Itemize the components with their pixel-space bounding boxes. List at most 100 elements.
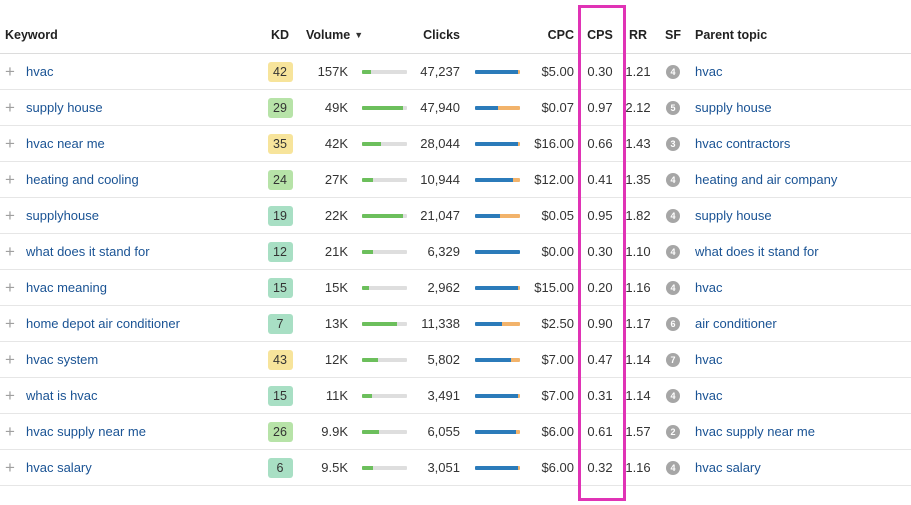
column-header-volume[interactable]: Volume ▼ bbox=[306, 17, 366, 53]
table-row: + heating and cooling 24 27K 10,944 $12.00 0.4… bbox=[0, 162, 911, 198]
volume-value: 9.9K bbox=[321, 424, 348, 439]
clicks-bar bbox=[475, 357, 520, 362]
add-keyword-button[interactable]: + bbox=[5, 342, 21, 377]
cps-value: 0.95 bbox=[587, 208, 613, 223]
keyword-link[interactable]: heating and cooling bbox=[26, 172, 139, 187]
keyword-link[interactable]: hvac near me bbox=[26, 136, 105, 151]
volume-bar-cell bbox=[362, 162, 407, 197]
clicks-value: 28,044 bbox=[420, 136, 460, 151]
clicks-value: 10,944 bbox=[420, 172, 460, 187]
add-keyword-button[interactable]: + bbox=[5, 162, 21, 197]
add-keyword-button[interactable]: + bbox=[5, 90, 21, 125]
cps-value: 0.30 bbox=[587, 244, 613, 259]
volume-value: 13K bbox=[324, 316, 348, 331]
keyword-link[interactable]: hvac salary bbox=[26, 460, 92, 475]
serp-features-badge[interactable]: 4 bbox=[666, 388, 680, 403]
parent-topic-link[interactable]: hvac bbox=[695, 352, 722, 367]
clicks-bar-cell bbox=[475, 414, 520, 449]
keyword-link[interactable]: hvac supply near me bbox=[26, 424, 146, 439]
clicks-bar-cell bbox=[475, 162, 520, 197]
sf-cell: 4 bbox=[660, 270, 686, 305]
kd-badge: 19 bbox=[267, 205, 293, 226]
parent-topic-link[interactable]: hvac bbox=[695, 280, 722, 295]
parent-topic-link[interactable]: hvac contractors bbox=[695, 136, 790, 151]
plus-icon: + bbox=[5, 386, 15, 405]
volume-bar-fill bbox=[362, 69, 371, 74]
add-keyword-button[interactable]: + bbox=[5, 378, 21, 413]
serp-features-badge[interactable]: 4 bbox=[666, 460, 680, 475]
keyword-cell: hvac meaning bbox=[26, 270, 256, 305]
keyword-link[interactable]: hvac bbox=[26, 64, 53, 79]
add-keyword-button[interactable]: + bbox=[5, 234, 21, 269]
column-header-kd[interactable]: KD bbox=[262, 17, 298, 53]
serp-features-badge[interactable]: 4 bbox=[666, 208, 680, 223]
clicks-bar-cell bbox=[475, 234, 520, 269]
serp-features-badge[interactable]: 3 bbox=[666, 136, 680, 151]
parent-topic-link[interactable]: hvac supply near me bbox=[695, 424, 815, 439]
keywords-table: Keyword KD Volume ▼ Clicks CPC CPS RR SF… bbox=[0, 17, 911, 486]
add-keyword-button[interactable]: + bbox=[5, 54, 21, 89]
keyword-cell: hvac salary bbox=[26, 450, 256, 485]
kd-badge: 26 bbox=[267, 421, 293, 442]
volume-bar bbox=[362, 177, 407, 182]
keyword-link[interactable]: hvac meaning bbox=[26, 280, 107, 295]
serp-features-badge[interactable]: 5 bbox=[666, 100, 680, 115]
parent-topic-cell: hvac supply near me bbox=[695, 414, 905, 449]
column-header-sf[interactable]: SF bbox=[660, 17, 686, 53]
add-keyword-button[interactable]: + bbox=[5, 450, 21, 485]
column-header-cps[interactable]: CPS bbox=[580, 17, 620, 53]
keyword-link[interactable]: what does it stand for bbox=[26, 244, 150, 259]
cps-value: 0.47 bbox=[587, 352, 613, 367]
kd-cell: 43 bbox=[262, 342, 298, 377]
volume-bar bbox=[362, 249, 407, 254]
parent-topic-link[interactable]: heating and air company bbox=[695, 172, 837, 187]
clicks-value: 5,802 bbox=[427, 352, 460, 367]
column-header-keyword[interactable]: Keyword bbox=[5, 17, 125, 53]
kd-cell: 29 bbox=[262, 90, 298, 125]
column-header-parent-topic[interactable]: Parent topic bbox=[695, 17, 905, 53]
keyword-link[interactable]: supply house bbox=[26, 100, 103, 115]
add-keyword-button[interactable]: + bbox=[5, 198, 21, 233]
add-keyword-button[interactable]: + bbox=[5, 270, 21, 305]
clicks-bar-orange-segment bbox=[499, 213, 520, 218]
column-header-cpc[interactable]: CPC bbox=[520, 17, 574, 53]
serp-features-badge[interactable]: 4 bbox=[666, 244, 680, 259]
serp-features-badge[interactable]: 4 bbox=[666, 280, 680, 295]
volume-bar-cell bbox=[362, 270, 407, 305]
clicks-bar-orange-segment bbox=[511, 357, 520, 362]
parent-topic-link[interactable]: hvac salary bbox=[695, 460, 761, 475]
serp-features-badge[interactable]: 7 bbox=[666, 352, 680, 367]
keyword-cell: heating and cooling bbox=[26, 162, 256, 197]
clicks-value: 6,055 bbox=[427, 424, 460, 439]
rr-value: 1.57 bbox=[625, 424, 651, 439]
parent-topic-link[interactable]: what does it stand for bbox=[695, 244, 819, 259]
serp-features-badge[interactable]: 4 bbox=[666, 172, 680, 187]
parent-topic-link[interactable]: hvac bbox=[695, 388, 722, 403]
volume-value: 27K bbox=[324, 172, 348, 187]
column-header-rr[interactable]: RR bbox=[624, 17, 652, 53]
parent-topic-link[interactable]: supply house bbox=[695, 100, 772, 115]
add-keyword-button[interactable]: + bbox=[5, 414, 21, 449]
keyword-link[interactable]: home depot air conditioner bbox=[26, 316, 180, 331]
serp-features-badge[interactable]: 2 bbox=[666, 424, 680, 439]
cpc-value: $2.50 bbox=[541, 316, 574, 331]
parent-topic-link[interactable]: supply house bbox=[695, 208, 772, 223]
serp-features-badge[interactable]: 4 bbox=[666, 64, 680, 79]
keyword-link[interactable]: what is hvac bbox=[26, 388, 98, 403]
parent-topic-link[interactable]: air conditioner bbox=[695, 316, 777, 331]
parent-topic-cell: hvac bbox=[695, 342, 905, 377]
clicks-bar bbox=[475, 141, 520, 146]
add-keyword-button[interactable]: + bbox=[5, 306, 21, 341]
column-header-clicks[interactable]: Clicks bbox=[410, 17, 460, 53]
table-body: + hvac 42 157K 47,237 $5.00 0.30 1.21 4 hvac + supp… bbox=[0, 54, 911, 486]
parent-topic-link[interactable]: hvac bbox=[695, 64, 722, 79]
keyword-link[interactable]: supplyhouse bbox=[26, 208, 99, 223]
cpc-value: $6.00 bbox=[541, 460, 574, 475]
volume-bar bbox=[362, 357, 407, 362]
volume-bar bbox=[362, 285, 407, 290]
serp-features-badge[interactable]: 6 bbox=[666, 316, 680, 331]
volume-value: 15K bbox=[324, 280, 348, 295]
keyword-link[interactable]: hvac system bbox=[26, 352, 98, 367]
rr-value: 1.16 bbox=[625, 460, 651, 475]
add-keyword-button[interactable]: + bbox=[5, 126, 21, 161]
